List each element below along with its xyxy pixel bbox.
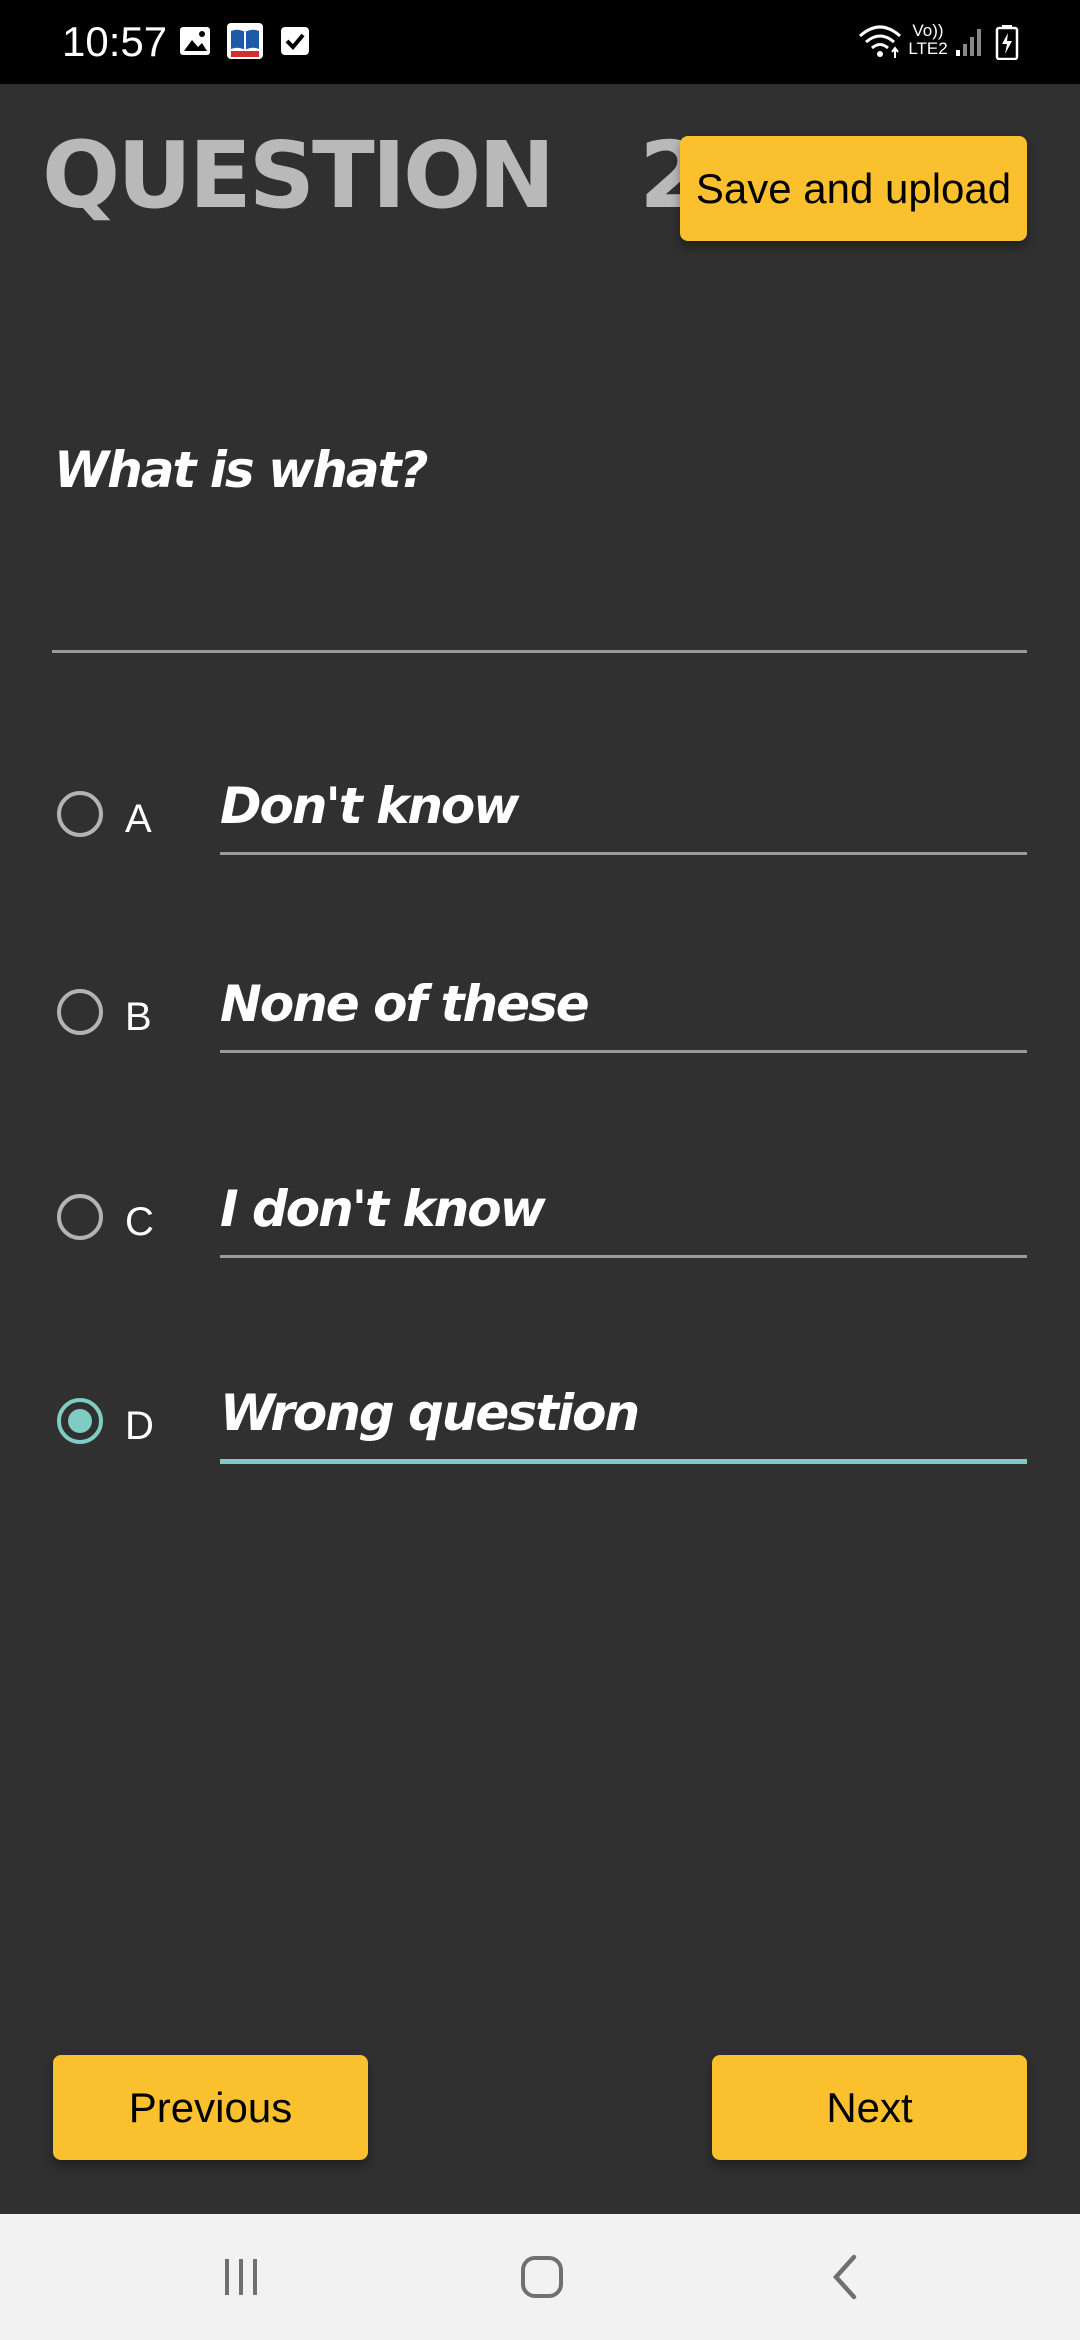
option-c-answer-text: I don't know	[220, 1180, 546, 1238]
option-a: A Don't know	[0, 762, 1080, 872]
option-d-answer-field[interactable]: Wrong question	[220, 1369, 1027, 1464]
question-text: What is what?	[54, 441, 429, 499]
status-time: 10:57	[62, 18, 168, 65]
option-a-answer-field[interactable]: Don't know	[220, 762, 1027, 855]
quiz-screen: 10:57 Vo)) LTE2 QUESTION 2 Save and uplo…	[0, 0, 1080, 2340]
option-b-answer-field[interactable]: None of these	[220, 960, 1027, 1053]
option-d-answer-text: Wrong question	[220, 1384, 640, 1442]
book-app-icon	[226, 22, 264, 65]
option-a-letter: A	[125, 797, 152, 841]
question-text-field[interactable]: What is what?	[52, 430, 1027, 653]
next-button[interactable]: Next	[712, 2055, 1027, 2160]
previous-button[interactable]: Previous	[53, 2055, 368, 2160]
option-a-answer-text: Don't know	[220, 777, 519, 835]
network-type-label: Vo)) LTE2	[908, 21, 948, 58]
question-number-title: QUESTION 2	[42, 122, 703, 229]
option-d: D Wrong question	[0, 1369, 1080, 1479]
back-icon[interactable]	[806, 2242, 886, 2312]
option-c-radio[interactable]	[57, 1194, 103, 1240]
recent-apps-icon[interactable]	[201, 2242, 281, 2312]
option-d-radio-selected[interactable]	[57, 1398, 103, 1444]
option-b-letter: B	[125, 995, 152, 1039]
option-d-letter: D	[125, 1404, 154, 1448]
option-a-radio[interactable]	[57, 791, 103, 837]
wifi-icon	[858, 22, 902, 67]
battery-charging-icon	[994, 24, 1020, 65]
image-icon	[178, 24, 212, 63]
home-icon[interactable]	[502, 2242, 582, 2312]
option-b: B None of these	[0, 960, 1080, 1070]
signal-icon	[954, 26, 984, 63]
status-bar: 10:57 Vo)) LTE2	[0, 0, 1080, 84]
option-b-answer-text: None of these	[220, 975, 590, 1033]
option-c: C I don't know	[0, 1165, 1080, 1275]
option-c-letter: C	[125, 1200, 154, 1244]
option-c-answer-field[interactable]: I don't know	[220, 1165, 1027, 1258]
checkbox-icon	[278, 24, 312, 63]
option-b-radio[interactable]	[57, 989, 103, 1035]
save-and-upload-button[interactable]: Save and upload	[680, 136, 1027, 241]
system-navigation-bar	[0, 2214, 1080, 2340]
